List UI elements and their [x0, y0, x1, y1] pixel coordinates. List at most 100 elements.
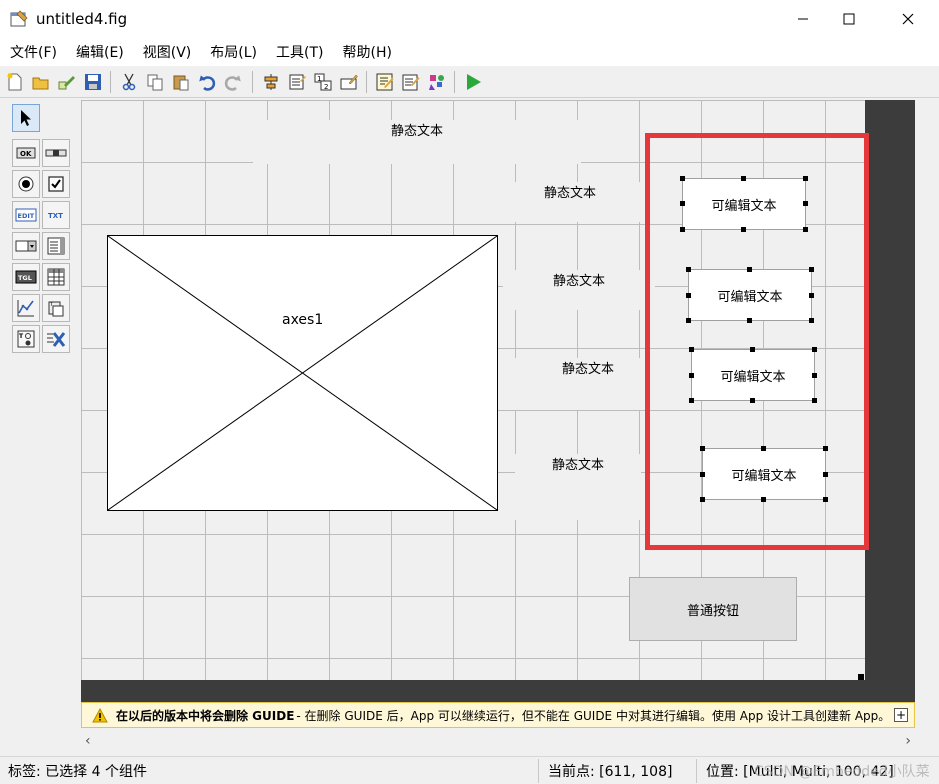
static-text-label: 静态文本: [561, 362, 614, 377]
svg-text:TGL: TGL: [18, 274, 32, 282]
radio-tool[interactable]: [12, 170, 40, 198]
warning-title: 在以后的版本中将会删除 GUIDE: [116, 708, 295, 723]
open-button[interactable]: [30, 71, 52, 93]
redo-button[interactable]: [222, 71, 244, 93]
cut-button[interactable]: [118, 71, 140, 93]
activex-tool[interactable]: [42, 325, 70, 353]
select-arrow-icon: [21, 110, 31, 126]
slider-tool[interactable]: [42, 139, 70, 167]
listbox-icon: [47, 237, 65, 255]
edit-icon: [58, 76, 75, 90]
highlight-annotation-box: [645, 133, 869, 550]
copy-button[interactable]: [144, 71, 166, 93]
layout-canvas[interactable]: 静态文本 静态文本 静态文本 静态文本 静态文本 axes1 可编辑文本 可编辑…: [81, 100, 915, 702]
undo-button[interactable]: [196, 71, 218, 93]
menu-file[interactable]: 文件(F): [4, 42, 63, 62]
horizontal-scrollbar[interactable]: ‹ ›: [81, 730, 915, 752]
static-text-4[interactable]: 静态文本: [515, 358, 661, 410]
menu-view[interactable]: 视图(V): [137, 42, 198, 62]
table-tool[interactable]: [42, 263, 70, 291]
align-icon: [264, 74, 278, 90]
csdn-watermark: CSDN @Embedded小队菜: [754, 764, 930, 780]
maximize-button[interactable]: [826, 0, 872, 38]
window-title: untitled4.fig: [36, 10, 128, 28]
axes-tool[interactable]: [12, 294, 40, 322]
object-browser-icon: [429, 75, 444, 90]
save-icon: [85, 74, 101, 90]
static-text-2[interactable]: 静态文本: [497, 182, 643, 222]
svg-text:OK: OK: [20, 150, 32, 158]
static-text-label: 静态文本: [552, 274, 605, 289]
editor-icon: [376, 73, 394, 91]
property-inspector-button[interactable]: [400, 71, 422, 93]
axes-label: axes1: [282, 312, 324, 328]
axes-plot-icon: [17, 300, 34, 317]
guide-deprecation-warning: 在以后的版本中将会删除 GUIDE - 在删除 GUIDE 后，App 可以继续…: [81, 702, 915, 728]
static-text-5[interactable]: 静态文本: [515, 454, 641, 520]
status-tag: 标签: 已选择 4 个组件: [8, 764, 147, 780]
checkbox-tool[interactable]: [42, 170, 70, 198]
pushbutton-tool[interactable]: OK: [12, 139, 40, 167]
copy-icon: [147, 74, 163, 91]
figure-resize-handle[interactable]: [858, 674, 864, 680]
menu-bar: 文件(F) 编辑(E) 视图(V) 布局(L) 工具(T) 帮助(H): [0, 38, 939, 66]
warning-text: - 在删除 GUIDE 后，App 可以继续运行，但不能在 GUIDE 中对其进…: [296, 708, 891, 723]
toolbar-editor-button[interactable]: [338, 71, 360, 93]
panel-icon: T: [48, 301, 64, 317]
static-text-label: 静态文本: [543, 186, 596, 201]
edit-text-tool[interactable]: EDIT: [12, 201, 40, 229]
run-button[interactable]: [462, 71, 484, 93]
menu-editor-icon: [289, 74, 306, 90]
title-bar: untitled4.fig: [0, 0, 939, 38]
static-text-1[interactable]: 静态文本: [253, 120, 581, 164]
close-button[interactable]: [885, 0, 931, 38]
tab-order-icon: 12: [314, 73, 332, 91]
menu-editor-button[interactable]: [286, 71, 308, 93]
edit-text-icon: EDIT: [15, 208, 37, 222]
popup-menu-tool[interactable]: [12, 232, 40, 260]
cut-icon: [122, 73, 136, 91]
menu-edit[interactable]: 编辑(E): [70, 42, 130, 62]
align-button[interactable]: [260, 71, 282, 93]
undo-icon: [199, 75, 216, 91]
activex-icon: [47, 332, 66, 347]
minimize-button[interactable]: [780, 0, 826, 38]
scroll-right-icon[interactable]: ›: [905, 733, 911, 749]
axes1[interactable]: axes1: [107, 235, 498, 511]
select-tool[interactable]: [12, 104, 40, 132]
static-text-label: 静态文本: [551, 458, 604, 473]
static-text-tool[interactable]: TXT: [42, 201, 70, 229]
svg-text:TXT: TXT: [48, 212, 63, 220]
push-button[interactable]: 普通按钮: [629, 577, 797, 641]
status-bar: 标签: 已选择 4 个组件 当前点: [611, 108] 位置: [Multi…: [0, 756, 939, 784]
expand-warning-button[interactable]: +: [894, 708, 908, 722]
tab-order-button[interactable]: 12: [312, 71, 334, 93]
menu-help[interactable]: 帮助(H): [337, 42, 398, 62]
edit-button[interactable]: [56, 71, 78, 93]
new-file-button[interactable]: [4, 71, 26, 93]
paste-button[interactable]: [170, 71, 192, 93]
svg-text:EDIT: EDIT: [18, 212, 35, 220]
menu-layout[interactable]: 布局(L): [204, 42, 263, 62]
scroll-left-icon[interactable]: ‹: [85, 733, 91, 749]
menu-tools[interactable]: 工具(T): [270, 42, 329, 62]
button-group-tool[interactable]: T: [12, 325, 40, 353]
static-text-icon: TXT: [48, 212, 63, 220]
toggle-tool[interactable]: TGL: [12, 263, 40, 291]
guide-app-icon: [10, 10, 28, 27]
maximize-icon: [843, 13, 855, 25]
component-palette: OK EDIT TXT TGL T T: [8, 100, 78, 360]
table-icon: [47, 268, 65, 286]
svg-text:1: 1: [317, 75, 321, 83]
popup-menu-icon: [15, 240, 37, 252]
redo-icon: [224, 75, 241, 91]
new-file-icon: [7, 73, 22, 91]
listbox-tool[interactable]: [42, 232, 70, 260]
static-text-3[interactable]: 静态文本: [503, 270, 655, 310]
editor-button[interactable]: [374, 71, 396, 93]
save-button[interactable]: [82, 71, 104, 93]
panel-tool[interactable]: T: [42, 294, 70, 322]
object-browser-button[interactable]: [426, 71, 448, 93]
property-inspector-icon: [402, 74, 420, 91]
warning-icon: [92, 707, 108, 722]
